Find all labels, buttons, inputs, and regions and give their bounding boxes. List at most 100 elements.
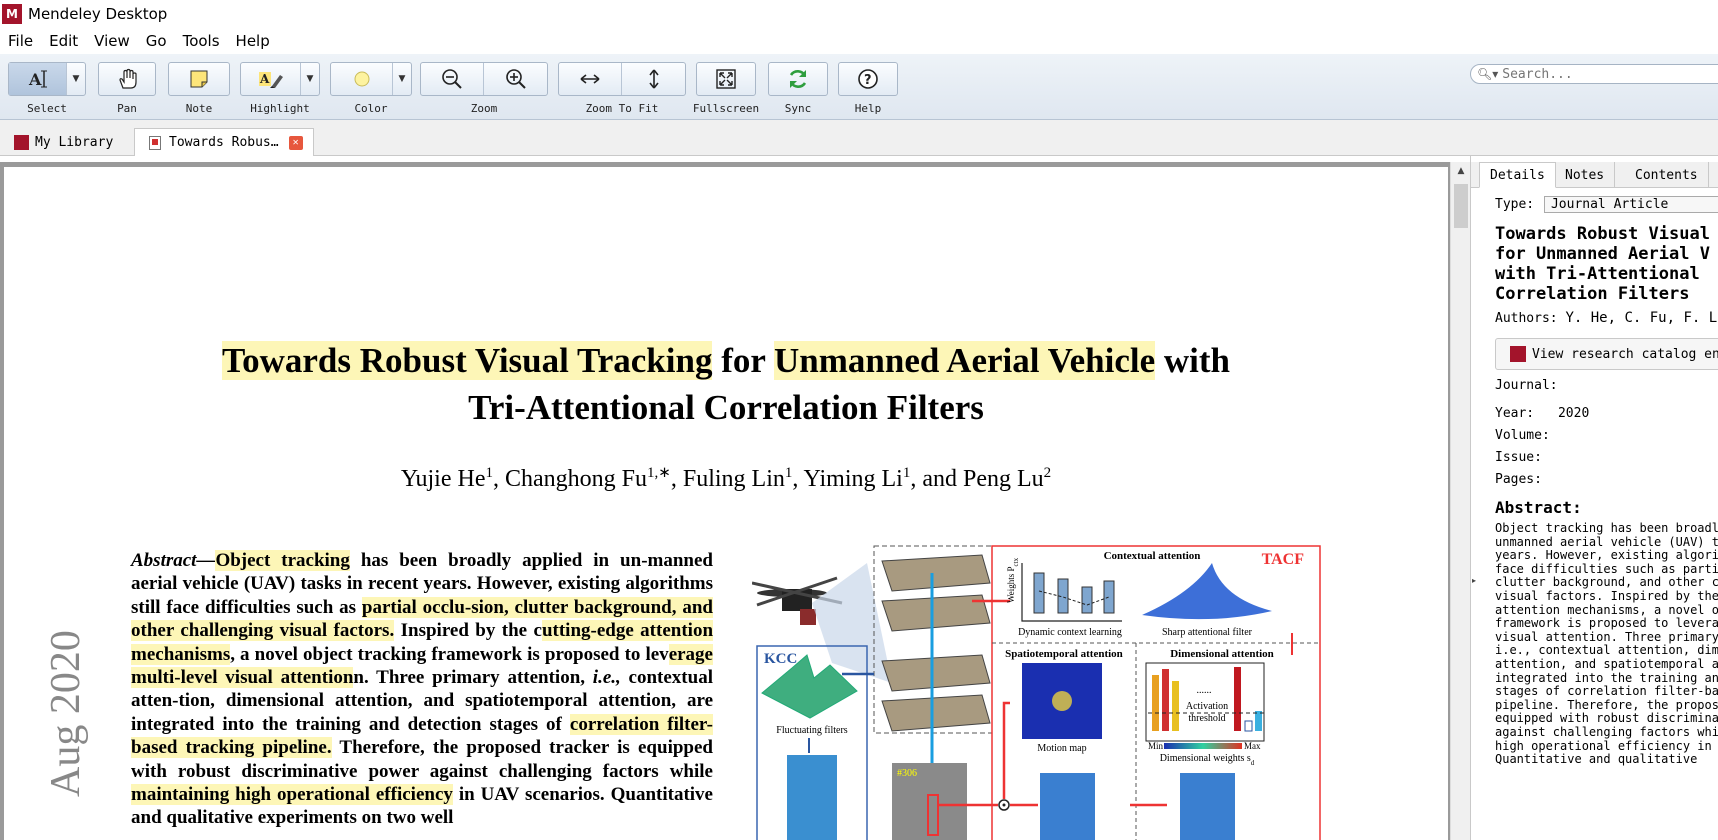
menu-edit[interactable]: Edit <box>41 32 86 50</box>
color-dropdown-arrow[interactable]: ▼ <box>393 63 411 95</box>
search-icon: 🔍︎▾ <box>1477 67 1499 81</box>
sharp-filter-label: Sharp attentional filter <box>1162 627 1253 638</box>
tab-label: Towards Robus… <box>169 135 279 150</box>
arxiv-side-stamp: Aug 2020 <box>42 630 102 840</box>
menu-bar: File Edit View Go Tools Help <box>0 28 1718 54</box>
svg-text:?: ? <box>864 73 872 88</box>
max-label: Max <box>1244 741 1261 751</box>
paper-figure: ⋮ KCC Fluctuating filters #306 TACF Cont… <box>752 545 1321 840</box>
sync-button[interactable] <box>769 63 827 95</box>
weights-label: Weights P <box>1006 566 1016 603</box>
highlight-tool-button[interactable]: A <box>241 63 301 95</box>
help-button[interactable]: ? <box>839 63 897 95</box>
menu-file[interactable]: File <box>0 32 41 50</box>
scroll-thumb[interactable] <box>1454 184 1468 228</box>
weights-axis-label: Weights Pctx <box>1006 557 1020 603</box>
select-tool-button[interactable]: A <box>9 63 67 95</box>
pdf-page[interactable]: Towards Robust Visual Tracking for Unman… <box>4 167 1448 840</box>
color-swatch-icon <box>354 71 369 87</box>
color-label: Color <box>354 102 388 115</box>
help-label: Help <box>854 102 882 115</box>
close-tab-icon[interactable]: ✕ <box>288 135 303 150</box>
zoom-in-icon <box>505 69 526 89</box>
menu-tools[interactable]: Tools <box>175 32 228 50</box>
paper-abstract: Abstract—Object tracking has been broadl… <box>131 549 714 830</box>
abstract-text-segment: , a novel object tracking framework is p… <box>230 643 669 665</box>
tab-label: My Library <box>35 134 114 150</box>
activation-label: Activation <box>1186 701 1228 712</box>
highlight-dropdown-arrow[interactable]: ▼ <box>301 63 319 95</box>
dimensional-weights-subscript: d <box>1251 759 1255 767</box>
abstract-text[interactable]: Object tracking has been broadly unmanne… <box>1495 522 1718 840</box>
menu-view[interactable]: View <box>86 32 138 50</box>
motion-map-label: Motion map <box>1037 743 1086 754</box>
tab-my-library[interactable]: My Library <box>14 128 121 156</box>
pan-tool-button[interactable] <box>99 63 155 95</box>
year-value[interactable]: 2020 <box>1558 406 1589 421</box>
highlight-annotation[interactable]: maintaining high operational efficiency <box>131 784 453 806</box>
svg-text:A: A <box>259 72 270 86</box>
author-affiliation: 1 <box>485 465 494 481</box>
type-select[interactable]: Journal Article <box>1543 196 1718 213</box>
panel-collapse-handle[interactable]: ▸ <box>1472 576 1478 590</box>
abstract-lead: Abstract— <box>131 550 216 571</box>
search-box[interactable]: 🔍︎▾ <box>1470 64 1718 84</box>
fit-width-button[interactable] <box>559 63 622 95</box>
author-name: Yujie He <box>400 466 486 492</box>
fluctuating-filters-label: Fluctuating filters <box>776 725 847 736</box>
details-tab-bar: Details Notes Contents <box>1471 162 1718 188</box>
menu-help[interactable]: Help <box>228 32 278 50</box>
tab-notes[interactable]: Notes <box>1555 162 1616 188</box>
tab-details[interactable]: Details <box>1479 162 1556 188</box>
dots-label: ...... <box>1197 685 1212 696</box>
highlighter-icon: A <box>258 72 283 88</box>
fit-height-icon <box>648 69 659 89</box>
menu-go[interactable]: Go <box>138 32 175 50</box>
color-picker-button[interactable] <box>331 63 393 95</box>
note-tool-button[interactable] <box>169 63 229 95</box>
highlight-annotation[interactable]: Towards Robust Visual Tracking <box>221 341 713 380</box>
zoom-label: Zoom <box>470 102 498 115</box>
authors-label: Authors: <box>1495 311 1558 326</box>
details-title[interactable]: Towards Robust Visual for Unmanned Aeria… <box>1495 224 1718 304</box>
fit-height-button[interactable] <box>622 63 685 95</box>
mendeley-logo-icon <box>14 134 29 150</box>
sync-group <box>768 62 828 96</box>
pan-label: Pan <box>117 102 137 115</box>
author-name: Yiming Li <box>803 466 903 492</box>
hand-icon <box>119 68 137 89</box>
author-name: Fuling Lin <box>682 466 785 492</box>
author-affiliation: 2 <box>1043 465 1052 481</box>
min-label: Min <box>1148 741 1164 751</box>
fullscreen-group <box>696 62 756 96</box>
pdf-viewer: Towards Robust Visual Tracking for Unman… <box>0 162 1450 840</box>
highlight-annotation[interactable]: Unmanned Aerial Vehicle <box>774 341 1156 380</box>
search-input[interactable] <box>1502 66 1703 82</box>
zoom-out-button[interactable] <box>421 63 484 95</box>
document-scrollbar[interactable]: ▲ <box>1450 162 1470 840</box>
abstract-body: Object tracking has been broadly applied… <box>131 550 714 828</box>
dimensional-attention-label: Dimensional attention <box>1170 648 1274 660</box>
tab-contents[interactable]: Contents <box>1625 162 1709 188</box>
kcc-label: KCC <box>764 651 797 667</box>
title-text: for <box>712 341 775 380</box>
fullscreen-icon <box>716 69 736 89</box>
sync-icon <box>789 70 807 88</box>
dimensional-weights-text: Dimensional weights s <box>1160 753 1251 764</box>
tab-pdf-document[interactable]: Towards Robus… ✕ <box>134 128 314 156</box>
scroll-up-arrow[interactable]: ▲ <box>1451 162 1471 180</box>
fullscreen-button[interactable] <box>697 63 755 95</box>
view-catalog-button[interactable]: View research catalog entry <box>1495 338 1718 370</box>
pdf-file-icon <box>149 135 161 150</box>
text-cursor-icon: A <box>28 70 47 89</box>
authors-value[interactable]: Y. He, C. Fu, F. Lin <box>1565 310 1718 326</box>
svg-text:A: A <box>28 70 42 89</box>
author-name: Changhong Fu <box>505 466 648 492</box>
zoom-in-button[interactable] <box>484 63 547 95</box>
weights-subscript: ctx <box>1012 557 1020 566</box>
highlight-annotation[interactable]: Object tracking <box>215 550 350 571</box>
mendeley-logo-icon <box>1510 346 1526 362</box>
select-dropdown-arrow[interactable]: ▼ <box>67 63 85 95</box>
document-tab-bar: My Library Towards Robus… ✕ <box>0 120 1718 156</box>
pages-label: Pages: <box>1495 472 1542 487</box>
